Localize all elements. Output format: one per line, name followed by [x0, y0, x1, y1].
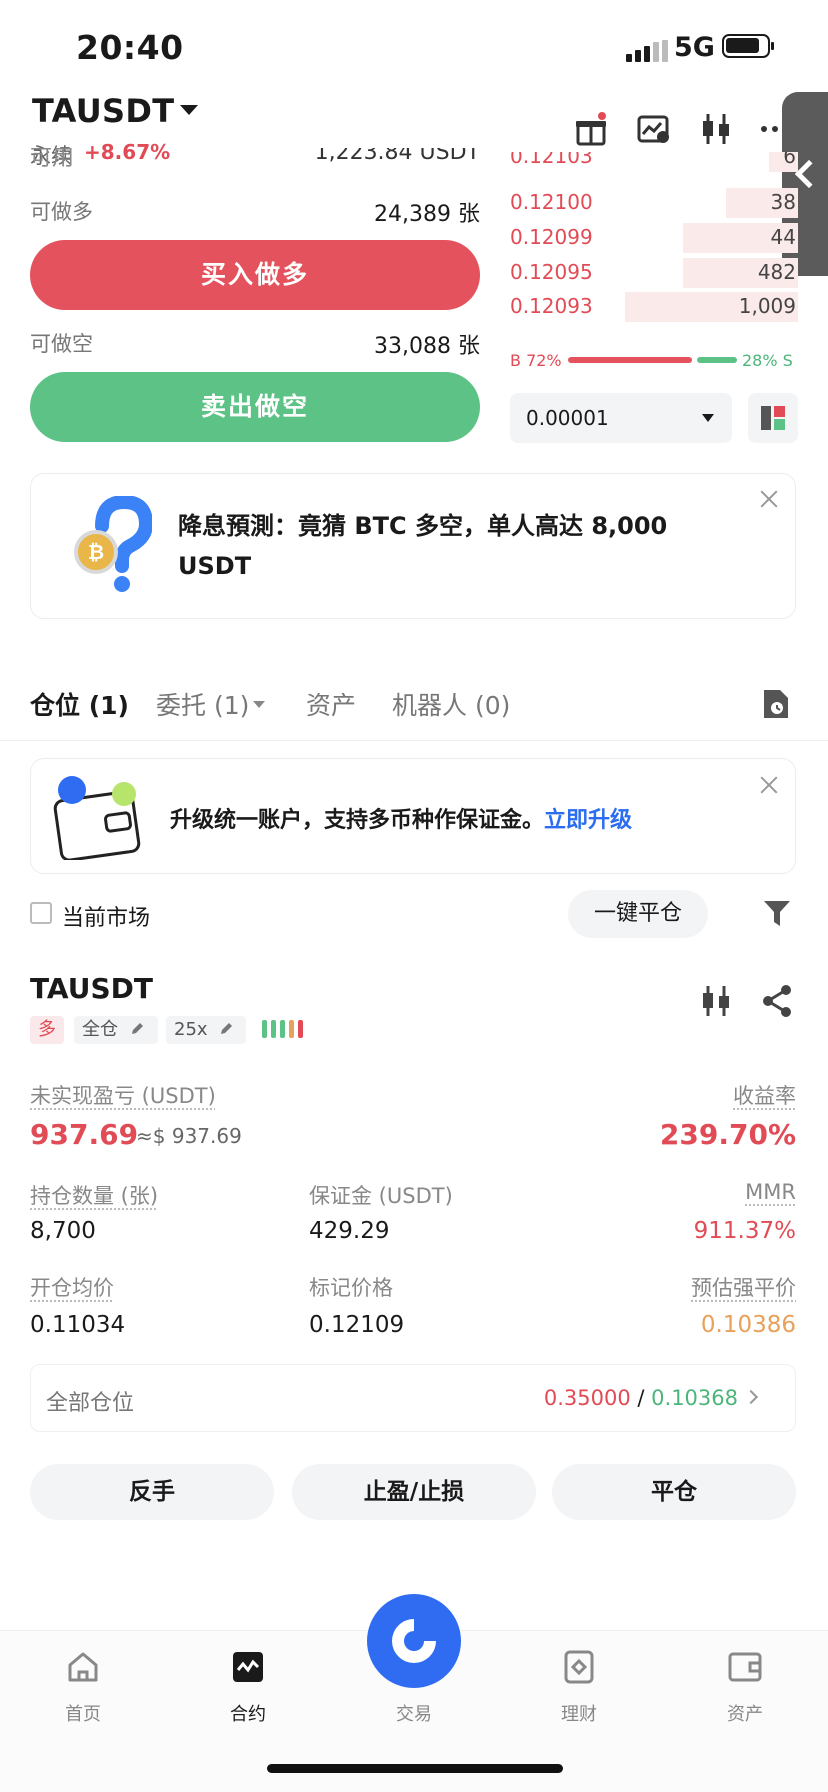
wallet-icon[interactable] [728, 1650, 762, 1684]
unrealized-pnl-label: 未实现盈亏 (USDT) [30, 1080, 216, 1110]
gift-icon[interactable] [574, 112, 608, 146]
order-book-row[interactable]: 0.12093 1,009 [510, 292, 798, 322]
caret-down-icon[interactable] [253, 701, 265, 708]
can-long-value: 24,389 张 [280, 196, 480, 228]
tab-orders[interactable]: 委托 (1) [156, 686, 249, 722]
current-market-label[interactable]: 当前市场 [62, 900, 150, 932]
futures-icon[interactable] [231, 1650, 265, 1684]
buy-long-button[interactable]: 买入做多 [30, 240, 480, 310]
size-value: 8,700 [30, 1218, 96, 1244]
filter-icon[interactable] [762, 898, 792, 928]
close-position-button[interactable]: 平仓 [552, 1464, 796, 1520]
sell-ratio: 28% S [742, 351, 793, 370]
leverage-badge[interactable]: 25x [166, 1016, 246, 1044]
order-book-row[interactable]: 0.12103 6 [510, 152, 798, 172]
nav-earn[interactable]: 理财 [519, 1700, 639, 1726]
can-long-label: 可做多 [30, 196, 93, 226]
can-short-value: 33,088 张 [280, 328, 480, 360]
all-positions-range: 0.35000 / 0.10368 [544, 1386, 738, 1410]
all-positions-label: 全部仓位 [46, 1385, 134, 1417]
risk-level-bar [262, 1020, 267, 1038]
risk-level-bar [289, 1020, 294, 1038]
buy-ratio: B 72% [510, 351, 562, 370]
wallet-icon [52, 774, 142, 860]
candlestick-icon[interactable] [699, 112, 733, 146]
sell-ratio-bar [697, 357, 737, 363]
close-icon[interactable] [760, 490, 778, 508]
caret-down-icon[interactable] [180, 105, 198, 115]
risk-level-bar [271, 1020, 276, 1038]
precision-select[interactable]: 0.00001 [510, 393, 732, 443]
side-badge: 多 [30, 1016, 64, 1044]
liq-price-label: 预估强平价 [691, 1272, 796, 1302]
battery-icon [722, 34, 770, 58]
trade-icon [386, 1613, 442, 1669]
svg-text:₿: ₿ [88, 540, 104, 564]
tp-sl-button[interactable]: 止盈/止损 [292, 1464, 536, 1520]
unrealized-pnl: 937.69 [30, 1118, 138, 1151]
signal-icon [626, 40, 668, 62]
earn-icon[interactable] [562, 1650, 596, 1684]
chart-settings-icon[interactable] [637, 112, 671, 146]
nav-trade[interactable]: 交易 [354, 1700, 474, 1726]
promo-text: 降息預測：竟猜 BTC 多空，单人高达 8,000 USDT [178, 506, 738, 586]
close-icon[interactable] [760, 776, 778, 794]
candlestick-icon[interactable] [699, 984, 733, 1018]
unrealized-pnl-usd: ≈$ 937.69 [136, 1124, 242, 1148]
symbol-selector[interactable]: TAUSDT [32, 92, 174, 130]
liq-price-value: 0.10386 [701, 1312, 796, 1338]
home-icon[interactable] [66, 1650, 100, 1684]
mark-price-value: 0.12109 [309, 1312, 404, 1338]
history-icon[interactable] [762, 688, 790, 720]
mmr-value: 911.37% [694, 1218, 796, 1244]
available-balance-cut: 可用 1,223.84 USDT [30, 148, 480, 168]
edit-icon [130, 1022, 144, 1036]
btc-question-icon: ₿ [72, 496, 152, 596]
entry-price-value: 0.11034 [30, 1312, 125, 1338]
size-label: 持仓数量 (张) [30, 1180, 158, 1210]
upgrade-text: 升级统一账户，支持多币种作保证金。立即升级 [170, 802, 632, 834]
buy-ratio-bar [568, 357, 692, 363]
reverse-button[interactable]: 反手 [30, 1464, 274, 1520]
position-symbol[interactable]: TAUSDT [30, 972, 153, 1005]
tabs-divider [0, 740, 828, 741]
nav-home[interactable]: 首页 [23, 1700, 143, 1726]
precision-value: 0.00001 [526, 406, 609, 430]
trade-fab-button[interactable] [367, 1594, 461, 1688]
risk-level-bar [298, 1020, 303, 1038]
margin-value: 429.29 [309, 1218, 389, 1244]
roe-value: 239.70% [660, 1118, 796, 1151]
network-type: 5G [674, 32, 715, 63]
tab-assets[interactable]: 资产 [306, 686, 356, 722]
home-indicator [267, 1764, 563, 1773]
order-book-row[interactable]: 0.12095 482 [510, 258, 798, 288]
orderbook-layout-icon[interactable] [748, 393, 798, 443]
risk-level-bar [280, 1020, 285, 1038]
upgrade-link[interactable]: 立即升级 [544, 808, 632, 833]
tab-bots[interactable]: 机器人 (0) [392, 686, 510, 722]
roe-label: 收益率 [733, 1080, 796, 1110]
nav-futures[interactable]: 合约 [188, 1700, 308, 1726]
mark-price-label: 标记价格 [309, 1272, 393, 1302]
current-market-checkbox[interactable] [30, 902, 52, 924]
caret-down-icon [702, 414, 714, 422]
margin-mode-badge[interactable]: 全仓 [74, 1016, 158, 1044]
margin-label: 保证金 (USDT) [309, 1180, 453, 1210]
mmr-label: MMR [745, 1180, 796, 1204]
edit-icon [219, 1022, 233, 1036]
status-time: 20:40 [76, 28, 184, 67]
entry-price-label: 开仓均价 [30, 1272, 114, 1302]
nav-assets[interactable]: 资产 [685, 1700, 805, 1726]
can-short-label: 可做空 [30, 328, 93, 358]
order-book-row[interactable]: 0.12099 44 [510, 223, 798, 253]
tab-positions[interactable]: 仓位 (1) [30, 686, 129, 722]
order-book-row[interactable]: 0.12100 38 [510, 188, 798, 218]
share-icon[interactable] [760, 984, 794, 1018]
sell-short-button[interactable]: 卖出做空 [30, 372, 480, 442]
close-all-button[interactable]: 一键平仓 [568, 890, 708, 938]
chevron-left-icon [795, 160, 823, 188]
